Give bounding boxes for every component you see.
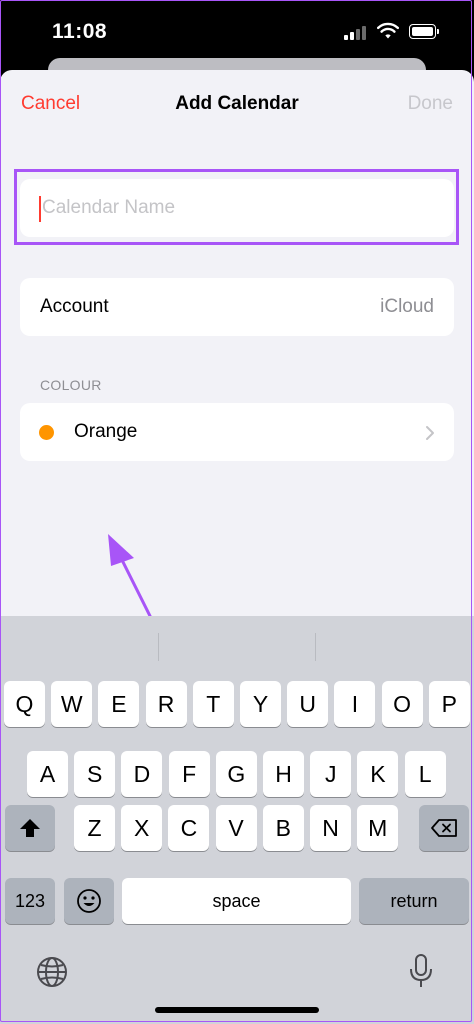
key-r[interactable]: R [145, 681, 187, 727]
key-v[interactable]: V [215, 805, 257, 851]
keyboard: QWERTYUIOP ASDFGHJKL ZXCVBNM 123 space r… [0, 616, 474, 1024]
return-key[interactable]: return [359, 878, 469, 924]
key-c[interactable]: C [168, 805, 210, 851]
account-value: iCloud [380, 296, 434, 317]
key-a[interactable]: A [27, 751, 68, 797]
key-h[interactable]: H [263, 751, 304, 797]
key-x[interactable]: X [121, 805, 163, 851]
key-e[interactable]: E [98, 681, 140, 727]
emoji-icon [77, 889, 101, 913]
key-d[interactable]: D [121, 751, 163, 797]
annotation-highlight-box [14, 169, 459, 245]
key-j[interactable]: J [310, 751, 352, 797]
status-time: 11:08 [52, 20, 108, 43]
colour-swatch [39, 425, 54, 440]
backspace-icon [431, 819, 457, 837]
key-p[interactable]: P [428, 681, 470, 727]
chevron-right-icon [426, 426, 434, 440]
shift-icon [20, 819, 40, 837]
prediction-divider [315, 633, 316, 661]
key-z[interactable]: Z [74, 805, 115, 851]
key-k[interactable]: K [357, 751, 399, 797]
key-t[interactable]: T [192, 681, 234, 727]
key-f[interactable]: F [168, 751, 210, 797]
status-bar: 11:08 [0, 0, 474, 60]
numbers-key[interactable]: 123 [5, 878, 55, 924]
colour-row[interactable]: Orange [20, 403, 454, 461]
key-o[interactable]: O [381, 681, 423, 727]
home-indicator [155, 1007, 319, 1013]
key-s[interactable]: S [74, 751, 116, 797]
wifi-icon [377, 22, 399, 39]
emoji-key[interactable] [64, 878, 114, 924]
key-b[interactable]: B [262, 805, 304, 851]
space-key[interactable]: space [122, 878, 351, 924]
account-row[interactable]: Account iCloud [20, 278, 454, 336]
key-w[interactable]: W [51, 681, 93, 727]
signal-icon [344, 25, 366, 40]
microphone-icon[interactable] [409, 954, 433, 990]
done-button[interactable]: Done [408, 93, 453, 115]
add-calendar-sheet: Cancel Add Calendar Done Calendar Name A… [0, 70, 474, 672]
account-label: Account [40, 296, 109, 317]
key-u[interactable]: U [287, 681, 329, 727]
key-m[interactable]: M [357, 805, 399, 851]
key-q[interactable]: Q [4, 681, 45, 727]
prediction-divider [158, 633, 159, 661]
delete-key[interactable] [419, 805, 469, 851]
colour-section-header: COLOUR [40, 377, 102, 393]
key-n[interactable]: N [310, 805, 351, 851]
key-y[interactable]: Y [240, 681, 281, 727]
colour-value: Orange [74, 421, 138, 442]
globe-icon[interactable] [36, 956, 68, 988]
key-g[interactable]: G [215, 751, 257, 797]
battery-icon [409, 24, 439, 39]
key-i[interactable]: I [334, 681, 376, 727]
shift-key[interactable] [5, 805, 55, 851]
sheet-title: Add Calendar [175, 93, 299, 114]
key-l[interactable]: L [404, 751, 446, 797]
